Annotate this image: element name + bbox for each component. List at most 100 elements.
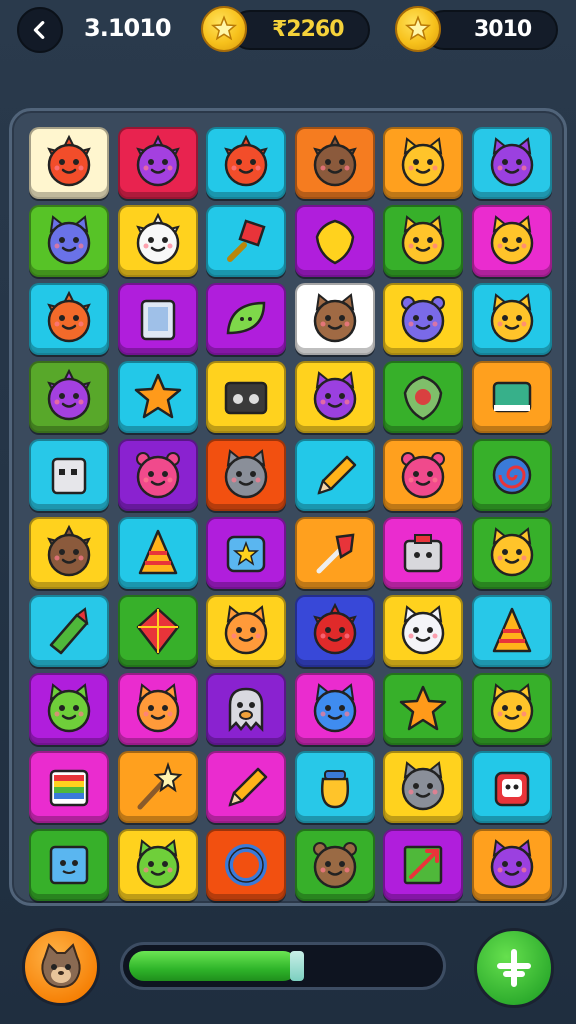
tile-red-robot[interactable] <box>471 751 552 823</box>
ghost-icon <box>228 687 264 733</box>
tile-blue-ring[interactable] <box>206 829 286 901</box>
tile-green-critter[interactable] <box>29 673 109 745</box>
blue-star-card-icon <box>226 535 266 573</box>
tile-green-crayon[interactable] <box>29 595 109 667</box>
tile-blue-box[interactable] <box>29 829 109 901</box>
tile-kite[interactable] <box>117 595 198 667</box>
top-bar: 3.1010 ₹2260 3010 <box>0 0 576 62</box>
tile-cat-face[interactable] <box>471 283 552 355</box>
star-coin-icon[interactable] <box>201 6 247 52</box>
pink-bear-icon <box>401 452 445 499</box>
tile-gray-cat[interactable] <box>206 439 286 511</box>
tile-purple-cat[interactable] <box>471 829 552 901</box>
currency-1-value: ₹2260 <box>272 17 345 42</box>
star-coin-icon[interactable] <box>395 6 441 52</box>
add-button[interactable] <box>474 928 554 1008</box>
tile-cat-face[interactable] <box>471 517 552 589</box>
tile-green-shield[interactable] <box>383 361 463 433</box>
tile-purple-cat[interactable] <box>471 127 552 199</box>
tile-cat-face[interactable] <box>471 673 552 745</box>
tile-rainbow-box[interactable] <box>29 751 109 823</box>
tile-magic-wand[interactable] <box>117 751 198 823</box>
tile-party-hat[interactable] <box>117 517 198 589</box>
tile-purple-cat[interactable] <box>294 361 375 433</box>
green-critter-icon <box>136 839 179 889</box>
tile-green-book[interactable] <box>471 361 552 433</box>
tile-blue-critter[interactable] <box>294 673 375 745</box>
score-value: 3.1010 <box>84 14 172 42</box>
tile-purple-critter[interactable] <box>29 361 109 433</box>
tile-green-arrow-box[interactable] <box>383 829 463 901</box>
tile-green-leaf[interactable] <box>206 283 286 355</box>
cat-avatar-icon <box>41 943 81 989</box>
robot-box-icon <box>51 457 87 495</box>
back-button[interactable] <box>17 7 63 53</box>
rainbow-box-icon <box>49 769 89 807</box>
tile-cat-face[interactable] <box>383 127 463 199</box>
green-book-icon <box>492 381 531 413</box>
purple-cat-icon <box>313 371 356 421</box>
tile-sun-face[interactable] <box>206 127 286 199</box>
orange-cat-icon <box>224 605 268 655</box>
tile-orange-cat[interactable] <box>117 673 198 745</box>
tile-orange-star[interactable] <box>383 673 463 745</box>
tile-green-critter[interactable] <box>117 829 198 901</box>
avatar-button[interactable] <box>22 928 100 1006</box>
red-robot-icon <box>494 771 529 807</box>
purple-cat-icon <box>490 137 533 187</box>
sun-face-icon <box>47 134 91 187</box>
tile-gray-cat[interactable] <box>383 751 463 823</box>
tile-orange-cat[interactable] <box>206 595 286 667</box>
yellow-shield-icon <box>315 219 354 265</box>
tile-orange-star[interactable] <box>117 361 198 433</box>
tile-robot-box[interactable] <box>29 439 109 511</box>
tile-honey-pot[interactable] <box>294 751 375 823</box>
tile-white-chicken[interactable] <box>117 205 198 277</box>
tile-cassette[interactable] <box>206 361 286 433</box>
tile-blue-cat[interactable] <box>29 205 109 277</box>
spiral-shell-icon <box>492 455 531 495</box>
tile-blue-book[interactable] <box>117 283 198 355</box>
tile-cat-face[interactable] <box>471 205 552 277</box>
green-arrow-box-icon <box>403 845 443 885</box>
magic-wand-icon <box>137 761 182 810</box>
tile-pencil[interactable] <box>206 751 286 823</box>
red-gem-sword-icon <box>227 219 266 262</box>
tile-brown-bear[interactable] <box>294 829 375 901</box>
purple-critter-icon <box>47 368 91 421</box>
tile-blue-star-card[interactable] <box>206 517 286 589</box>
tile-yellow-shield[interactable] <box>294 205 375 277</box>
green-shield-icon <box>403 375 443 421</box>
tile-spiral-shell[interactable] <box>471 439 552 511</box>
tile-brown-critter[interactable] <box>29 517 109 589</box>
tile-purple-bear[interactable] <box>383 283 463 355</box>
green-critter-icon <box>47 683 91 733</box>
tile-pink-bear[interactable] <box>117 439 198 511</box>
tile-orange-critter[interactable] <box>29 283 109 355</box>
tile-party-hat[interactable] <box>471 595 552 667</box>
cat-face-icon <box>490 683 533 733</box>
pencil-icon <box>316 455 356 495</box>
tile-sun-face[interactable] <box>29 127 109 199</box>
tile-purple-critter[interactable] <box>117 127 198 199</box>
tile-brown-critter[interactable] <box>294 127 375 199</box>
toaster-box-icon <box>403 534 443 573</box>
cat-face-icon <box>401 137 445 187</box>
cassette-icon <box>224 381 268 415</box>
blue-box-icon <box>49 845 89 885</box>
progress-fill <box>129 951 298 981</box>
blue-book-icon <box>140 299 175 341</box>
tile-brown-cat[interactable] <box>294 283 375 355</box>
red-sword-icon <box>316 533 354 574</box>
tile-red-critter[interactable] <box>294 595 375 667</box>
tile-red-sword[interactable] <box>294 517 375 589</box>
tile-cat-face[interactable] <box>383 205 463 277</box>
tile-red-gem-sword[interactable] <box>206 205 286 277</box>
brown-bear-icon <box>312 842 357 889</box>
tile-white-cat[interactable] <box>383 595 463 667</box>
orange-critter-icon <box>47 290 91 343</box>
tile-toaster-box[interactable] <box>383 517 463 589</box>
tile-pencil[interactable] <box>294 439 375 511</box>
tile-ghost[interactable] <box>206 673 286 745</box>
tile-pink-bear[interactable] <box>383 439 463 511</box>
